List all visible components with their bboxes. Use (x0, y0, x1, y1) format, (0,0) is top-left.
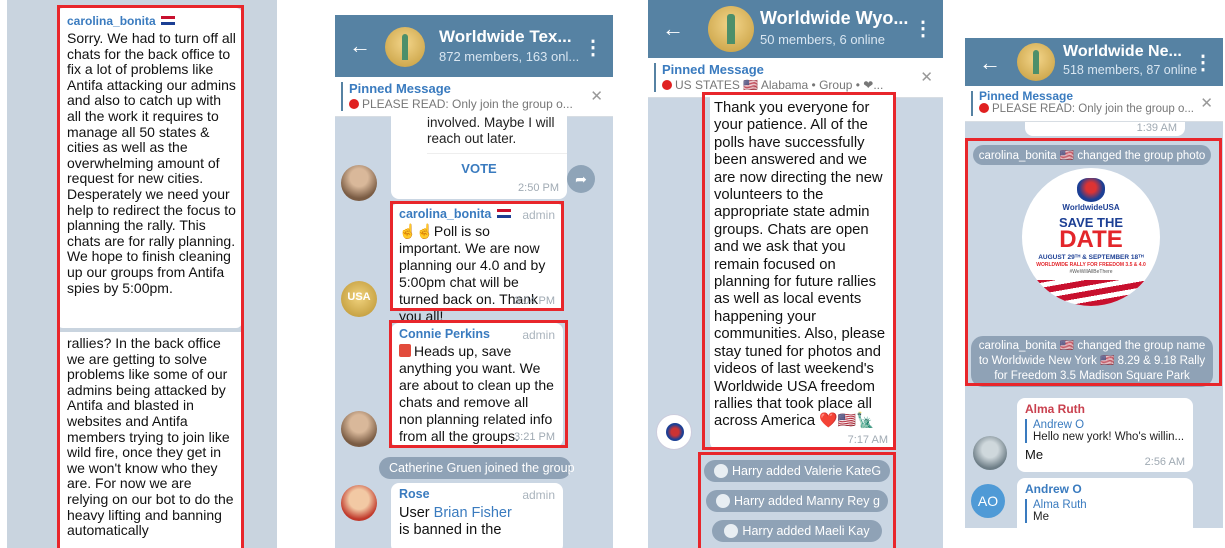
user-link[interactable]: Brian Fisher (434, 505, 512, 521)
avatar-worldwideusa[interactable] (656, 414, 692, 450)
previous-message-stub: 1:39 AM (1025, 122, 1185, 136)
pinned-preview: PLEASE READ: Only join the group o... (349, 97, 587, 111)
more-menu-icon[interactable]: ⋮ (583, 35, 603, 60)
poll-bubble: involved. Maybe I will reach out later. … (391, 115, 567, 199)
poll-text: involved. Maybe I will reach out later. (427, 115, 555, 146)
avatar-user-cowboy-2[interactable] (341, 411, 377, 447)
highlight-box-panel3-message (702, 92, 896, 450)
sender-name[interactable]: Andrew O (1025, 482, 1185, 496)
group-avatar[interactable] (1017, 43, 1055, 81)
pinned-title: Pinned Message (662, 62, 764, 77)
highlight-box-panel3-services (698, 452, 896, 548)
admin-badge: admin (522, 488, 555, 502)
chat-header: ← Worldwide Wyo... 50 members, 6 online … (648, 0, 943, 58)
highlight-box-panel2-msg2 (389, 320, 568, 448)
usa-logo-icon: USA (347, 291, 371, 303)
message-rose: Rose admin User Brian Fisher is banned in… (391, 483, 563, 548)
member-count: 872 members, 163 onl... (439, 49, 580, 64)
service-message: Catherine Gruen joined the group (379, 457, 575, 479)
red-circle-icon (979, 103, 989, 113)
avatar-andrew[interactable]: AO (971, 484, 1005, 518)
more-menu-icon[interactable]: ⋮ (1193, 50, 1213, 75)
reply-text: Hello new york! Who's willin... (1033, 431, 1185, 443)
red-circle-icon (349, 99, 359, 109)
highlight-box-panel1 (57, 5, 244, 548)
group-title[interactable]: Worldwide Wyo... (760, 8, 908, 29)
pinned-title: Pinned Message (349, 81, 451, 96)
close-pinned-icon[interactable]: ✕ (920, 68, 933, 86)
group-title[interactable]: Worldwide Ne... (1063, 43, 1182, 61)
message-time: 1:39 AM (1136, 122, 1177, 134)
reply-text: Me (1033, 511, 1049, 523)
highlight-box-panel4 (965, 138, 1222, 386)
highlight-box-panel2-msg1 (390, 201, 564, 311)
member-count: 50 members, 6 online (760, 32, 886, 47)
back-arrow-icon[interactable]: ← (349, 35, 371, 57)
share-icon[interactable]: ➦ (567, 165, 595, 193)
pinned-accent-bar (654, 63, 656, 92)
back-arrow-icon[interactable]: ← (662, 18, 684, 40)
avatar-rose[interactable] (341, 485, 377, 521)
close-pinned-icon[interactable]: ✕ (590, 87, 603, 105)
poll-divider (427, 153, 567, 154)
pinned-preview: PLEASE READ: Only join the group o... (979, 103, 1197, 115)
poll-time: 2:50 PM (518, 182, 559, 194)
message-text: User Brian Fisher is banned in the (399, 505, 512, 538)
message-alma: Alma Ruth Andrew O Hello new york! Who's… (1017, 398, 1193, 472)
group-avatar[interactable] (385, 27, 425, 67)
reply-preview[interactable]: Alma Ruth Me (1025, 499, 1185, 523)
avatar-usa[interactable]: USA (341, 281, 377, 317)
pinned-title: Pinned Message (979, 89, 1074, 103)
back-arrow-icon[interactable]: ← (979, 52, 1001, 74)
reply-name: Alma Ruth (1033, 499, 1087, 511)
more-menu-icon[interactable]: ⋮ (913, 16, 933, 41)
avatar-alma[interactable] (973, 436, 1007, 470)
chat-header: ← Worldwide Ne... 518 members, 87 online… (965, 38, 1223, 86)
message-andrew: Andrew O Alma Ruth Me (1017, 478, 1193, 528)
close-pinned-icon[interactable]: ✕ (1200, 94, 1213, 112)
chat-header: ← Worldwide Tex... 872 members, 163 onl.… (335, 15, 613, 77)
reply-preview[interactable]: Andrew O Hello new york! Who's willin... (1025, 419, 1185, 443)
pinned-message-bar[interactable]: Pinned Message PLEASE READ: Only join th… (335, 77, 613, 117)
message-time: 2:56 AM (1144, 456, 1185, 468)
red-circle-icon (662, 80, 672, 90)
avatar-user-cowboy[interactable] (341, 165, 377, 201)
pinned-message-bar[interactable]: Pinned Message PLEASE READ: Only join th… (965, 86, 1223, 122)
pinned-preview: US STATES 🇺🇸 Alabama • Group • ❤... (662, 78, 917, 92)
group-title[interactable]: Worldwide Tex... (439, 27, 572, 47)
reply-name: Andrew O (1033, 419, 1085, 431)
group-avatar[interactable] (708, 6, 754, 52)
pinned-accent-bar (971, 91, 973, 116)
member-count: 518 members, 87 online (1063, 63, 1198, 77)
pinned-accent-bar (341, 82, 343, 111)
vote-button[interactable]: VOTE (391, 161, 567, 176)
sender-name[interactable]: Alma Ruth (1025, 402, 1185, 416)
eagle-logo-icon (666, 423, 684, 441)
